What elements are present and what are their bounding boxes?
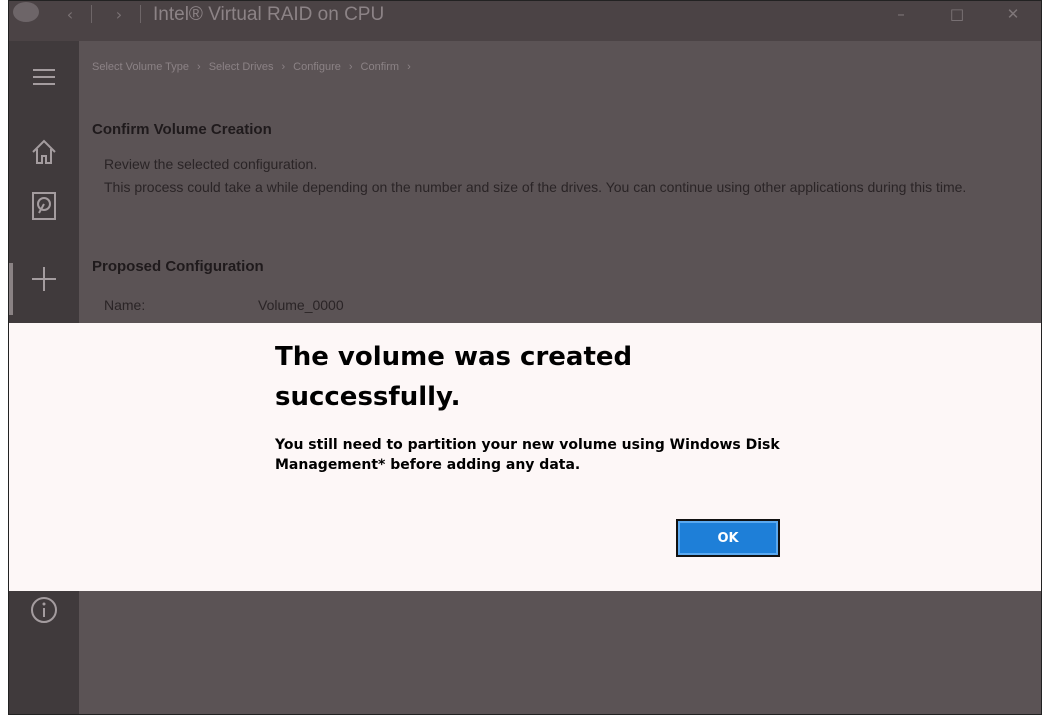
info-icon[interactable] [9, 595, 79, 625]
success-dialog: The volume was created successfully. You… [9, 323, 1041, 591]
dialog-message: You still need to partition your new vol… [275, 437, 780, 473]
home-icon[interactable] [9, 137, 79, 167]
chevron-right-icon: › [281, 61, 286, 73]
app-logo [9, 1, 55, 41]
confirm-process-text: This process could take a while dependin… [104, 179, 967, 195]
dialog-title: The volume was created successfully. [275, 342, 633, 412]
proposed-heading: Proposed Configuration [92, 258, 264, 275]
maximize-icon[interactable]: □ [929, 5, 985, 23]
window-controls: – □ ✕ [873, 5, 1041, 23]
divider [140, 5, 141, 23]
forward-arrow-icon[interactable]: › [104, 5, 134, 24]
breadcrumb-step-drives[interactable]: Select Drives [209, 61, 274, 73]
breadcrumb-step-configure[interactable]: Configure [293, 61, 341, 73]
divider [91, 5, 92, 23]
name-value: Volume_0000 [258, 297, 344, 313]
hamburger-menu-icon[interactable] [9, 69, 79, 85]
confirm-review-text: Review the selected configuration. [104, 156, 318, 172]
title-bar: ‹ › Intel® Virtual RAID on CPU – □ ✕ [9, 1, 1041, 41]
confirm-heading: Confirm Volume Creation [92, 121, 272, 138]
close-icon[interactable]: ✕ [985, 5, 1041, 23]
breadcrumb: Select Volume Type › Select Drives › Con… [92, 61, 411, 73]
add-icon[interactable] [9, 265, 79, 293]
window-title: Intel® Virtual RAID on CPU [153, 4, 385, 25]
disk-icon[interactable] [9, 191, 79, 221]
chevron-right-icon: › [407, 61, 411, 73]
breadcrumb-step-confirm[interactable]: Confirm [361, 61, 400, 73]
back-arrow-icon[interactable]: ‹ [55, 5, 85, 24]
name-label: Name: [104, 297, 146, 313]
breadcrumb-step-volume-type[interactable]: Select Volume Type [92, 61, 189, 73]
minimize-icon[interactable]: – [873, 5, 929, 23]
chevron-right-icon: › [197, 61, 201, 73]
app-window: ‹ › Intel® Virtual RAID on CPU – □ ✕ Sel… [8, 0, 1042, 715]
ok-button[interactable]: OK [676, 519, 780, 557]
chevron-right-icon: › [348, 61, 353, 73]
